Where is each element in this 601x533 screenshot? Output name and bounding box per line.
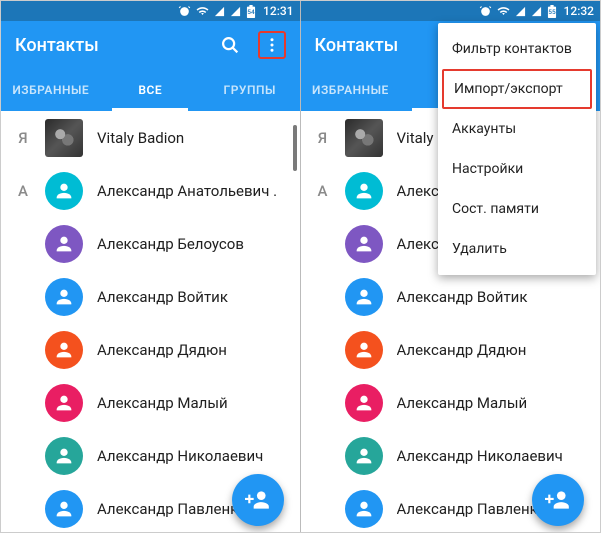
contact-name: Vitaly Badion — [97, 129, 290, 147]
contact-row[interactable]: Александр Белоусов — [1, 217, 300, 270]
tab-all[interactable]: ВСЕ — [101, 69, 201, 111]
alarm-icon — [479, 5, 492, 18]
contact-avatar-icon — [45, 225, 83, 263]
section-letter: Я — [301, 129, 345, 147]
contact-avatar-icon — [345, 490, 383, 528]
contact-row[interactable]: Александр Дядюн — [301, 323, 601, 376]
section-letter: Я — [1, 129, 45, 147]
menu-settings[interactable]: Настройки — [438, 149, 596, 189]
contact-row[interactable]: Александр Малый — [301, 376, 601, 429]
contact-avatar-icon — [345, 225, 383, 263]
add-contact-fab[interactable] — [232, 474, 284, 526]
contact-avatar-icon — [345, 384, 383, 422]
contact-name: Александр Малый — [97, 394, 290, 412]
contact-name: Александр Анатольевич . — [97, 182, 290, 200]
contact-row[interactable]: Я Vitaly Badion — [1, 111, 300, 164]
contact-avatar-icon — [45, 384, 83, 422]
status-bar: 54 12:31 — [1, 1, 300, 21]
contact-avatar-icon — [45, 331, 83, 369]
contact-name: Александр Дядюн — [397, 341, 591, 359]
status-time: 12:32 — [564, 4, 594, 18]
contact-name: Александр Войтик — [97, 288, 290, 306]
contact-row[interactable]: Александр Войтик — [301, 270, 601, 323]
battery-icon: 54 — [246, 5, 256, 18]
contact-name: Александр Дядюн — [97, 341, 290, 359]
section-letter: А — [1, 182, 45, 200]
contact-avatar-icon — [45, 490, 83, 528]
menu-accounts[interactable]: Аккаунты — [438, 109, 596, 149]
contact-row[interactable]: А Александр Анатольевич . — [1, 164, 300, 217]
contact-name: Александр Николаевич — [97, 447, 290, 465]
contact-avatar-icon — [345, 172, 383, 210]
screen-contacts: 54 12:31 Контакты ИЗБРАННЫЕ ВСЕ ГРУППЫ Я… — [1, 1, 301, 532]
tab-bar: ИЗБРАННЫЕ ВСЕ ГРУППЫ — [1, 69, 300, 111]
tab-favorites[interactable]: ИЗБРАННЫЕ — [301, 69, 401, 111]
contact-row[interactable]: Александр Войтик — [1, 270, 300, 323]
contact-avatar-icon — [45, 172, 83, 210]
svg-text:54: 54 — [247, 7, 255, 15]
contact-name: Александр Белоусов — [97, 235, 290, 253]
screen-contacts-menu: 55 12:32 Контакты ИЗБРАННЫЕ ВСЕ ГРУППЫ Я… — [301, 1, 601, 532]
status-time: 12:31 — [263, 4, 293, 18]
menu-import-export[interactable]: Импорт/экспорт — [442, 69, 592, 109]
status-bar: 55 12:32 — [301, 1, 601, 21]
tab-groups[interactable]: ГРУППЫ — [200, 69, 300, 111]
contact-name: Александр Малый — [397, 394, 591, 412]
contact-avatar-icon — [45, 437, 83, 475]
battery-icon: 55 — [547, 5, 557, 18]
contact-avatar-icon — [345, 278, 383, 316]
overflow-menu-button[interactable] — [258, 31, 286, 59]
contact-photo — [345, 119, 383, 157]
signal-icon-2 — [531, 6, 542, 17]
menu-delete[interactable]: Удалить — [438, 229, 596, 269]
menu-filter-contacts[interactable]: Фильтр контактов — [438, 29, 596, 69]
contact-name: Александр Николаевич — [397, 447, 591, 465]
contact-row[interactable]: Александр Малый — [1, 376, 300, 429]
contact-name: Александр Войтик — [397, 288, 591, 306]
contact-row[interactable]: Александр Дядюн — [1, 323, 300, 376]
signal-icon-2 — [230, 6, 241, 17]
signal-icon — [515, 6, 526, 17]
search-button[interactable] — [216, 31, 244, 59]
contact-avatar-icon — [45, 278, 83, 316]
page-title: Контакты — [15, 35, 216, 56]
alarm-icon — [178, 5, 191, 18]
wifi-icon — [196, 5, 209, 18]
app-bar: Контакты — [1, 21, 300, 69]
wifi-icon — [497, 5, 510, 18]
menu-storage-status[interactable]: Сост. памяти — [438, 189, 596, 229]
contact-list[interactable]: Я Vitaly Badion А Александр Анатольевич . Ал… — [1, 111, 300, 532]
scrollbar[interactable] — [293, 125, 297, 171]
signal-icon — [214, 6, 225, 17]
overflow-menu: Фильтр контактов Импорт/экспорт Аккаунты… — [438, 23, 596, 275]
contact-avatar-icon — [345, 331, 383, 369]
tab-favorites[interactable]: ИЗБРАННЫЕ — [1, 69, 101, 111]
svg-text:55: 55 — [548, 7, 556, 15]
contact-photo — [45, 119, 83, 157]
section-letter: А — [301, 182, 345, 200]
contact-avatar-icon — [345, 437, 383, 475]
add-contact-fab[interactable] — [532, 474, 584, 526]
